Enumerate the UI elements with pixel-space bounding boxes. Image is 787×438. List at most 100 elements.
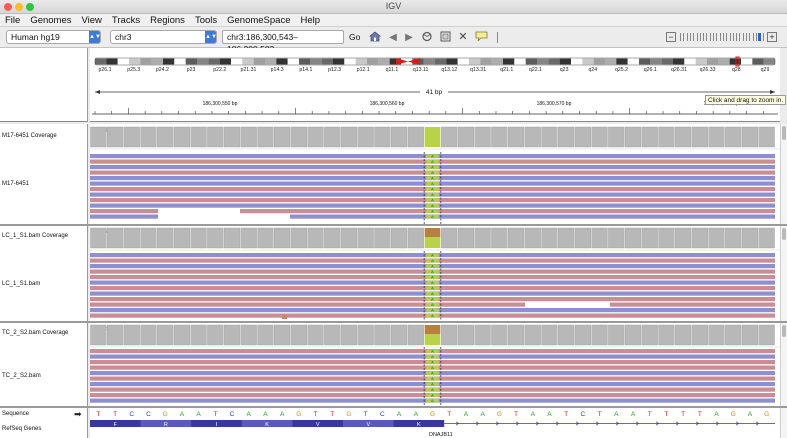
coverage-bar[interactable]: [223, 126, 241, 148]
zoom-tick[interactable]: [729, 33, 731, 41]
aligned-read[interactable]: [240, 209, 775, 214]
menu-regions[interactable]: Regions: [145, 14, 190, 26]
menu-view[interactable]: View: [77, 14, 107, 26]
scrollbar-thumb[interactable]: [782, 126, 786, 140]
genome-dropdown[interactable]: Human hg19 ▲▼: [6, 30, 101, 44]
sequence-base[interactable]: A: [180, 411, 185, 418]
ideogram-band[interactable]: [741, 58, 753, 65]
coverage-bar[interactable]: [257, 227, 274, 249]
coverage-bar[interactable]: [407, 324, 424, 346]
coverage-bar[interactable]: [524, 126, 541, 148]
sequence-base[interactable]: A: [247, 411, 252, 418]
sequence-base[interactable]: T: [113, 411, 117, 418]
coverage-bar[interactable]: [574, 324, 591, 346]
zoom-tick[interactable]: [739, 33, 741, 41]
sequence-base[interactable]: T: [314, 411, 318, 418]
coverage-bar[interactable]: [240, 324, 257, 346]
zoom-tick[interactable]: [726, 33, 728, 41]
track-panel-1[interactable]: [0 - 67]AAAAAAAAAAAA: [90, 124, 780, 224]
ideogram-band[interactable]: [95, 58, 107, 65]
sequence-base[interactable]: G: [731, 411, 736, 418]
ideogram-band[interactable]: [605, 58, 617, 65]
coverage-bar[interactable]: [658, 126, 675, 148]
coverage-bar[interactable]: [240, 227, 257, 249]
coverage-bar[interactable]: [391, 126, 408, 148]
coverage-bar[interactable]: [591, 324, 608, 346]
aligned-read[interactable]: [90, 209, 158, 214]
ideogram-band[interactable]: [423, 58, 435, 65]
coverage-bar[interactable]: [407, 227, 424, 249]
ideogram-band[interactable]: [469, 58, 481, 65]
sequence-base[interactable]: A: [480, 411, 485, 418]
coverage-bar[interactable]: [90, 227, 107, 249]
sequence-base[interactable]: T: [514, 411, 518, 418]
ideogram-band[interactable]: [378, 58, 390, 65]
zoom-tick[interactable]: [699, 33, 701, 41]
coverage-bar[interactable]: [123, 126, 140, 148]
coverage-bar[interactable]: [758, 324, 775, 346]
feature-panel-scrollbar[interactable]: [780, 408, 787, 438]
sequence-base[interactable]: A: [263, 411, 268, 418]
ideogram-band[interactable]: [151, 58, 163, 65]
coverage-bar[interactable]: [574, 126, 591, 148]
coverage-bar[interactable]: [324, 227, 341, 249]
ideogram-band[interactable]: [707, 58, 719, 65]
coverage-bar[interactable]: [558, 126, 575, 148]
sequence-base[interactable]: T: [648, 411, 652, 418]
coverage-bar[interactable]: [474, 126, 491, 148]
scrollbar-thumb[interactable]: [782, 228, 786, 240]
ideogram-band[interactable]: [639, 58, 651, 65]
feature-panel[interactable]: TTCCGAATCAAAGTTGTCAAGTAAGTAATCTAATTTTAGA…: [90, 408, 780, 438]
ideogram-band[interactable]: [367, 58, 379, 65]
chromosome-ideogram[interactable]: p26.1 p25.3 p24.2 p23 p22.2 p21.31 p14.3 p14.1 p…: [90, 48, 780, 122]
ideogram-band[interactable]: [616, 58, 628, 65]
ideogram-band[interactable]: [718, 58, 730, 65]
ideogram-band[interactable]: [525, 58, 537, 65]
zoom-out-button[interactable]: −: [666, 32, 676, 42]
coverage-bar[interactable]: [541, 227, 558, 249]
ideogram-band[interactable]: [548, 58, 560, 65]
ideogram-band[interactable]: [140, 58, 152, 65]
coverage-bar[interactable]: [173, 324, 190, 346]
coverage-bar[interactable]: [290, 126, 307, 148]
coverage-bar[interactable]: [307, 324, 324, 346]
ideogram-band[interactable]: [117, 58, 129, 65]
sequence-base[interactable]: T: [664, 411, 668, 418]
go-button[interactable]: Go: [349, 31, 360, 44]
coverage-bar[interactable]: [407, 126, 424, 148]
coverage-bar[interactable]: [624, 324, 642, 346]
coverage-bar[interactable]: [758, 227, 775, 249]
coverage-bar[interactable]: [107, 126, 124, 148]
ideogram-band[interactable]: [333, 58, 345, 65]
coverage-bar[interactable]: [223, 227, 241, 249]
coverage-bar[interactable]: [457, 126, 474, 148]
ideogram-band[interactable]: [185, 58, 197, 65]
coverage-bar[interactable]: [107, 324, 124, 346]
coverage-bar[interactable]: [357, 324, 374, 346]
forward-icon[interactable]: ▶: [402, 31, 416, 44]
ideogram-band[interactable]: [355, 58, 367, 65]
coverage-bar[interactable]: [107, 227, 124, 249]
zoom-tick[interactable]: [709, 33, 711, 41]
panel-1-scrollbar[interactable]: [780, 124, 787, 224]
zoom-slider[interactable]: [680, 32, 766, 42]
coverage-bar[interactable]: [324, 126, 341, 148]
zoom-tick[interactable]: [686, 33, 688, 41]
sequence-base[interactable]: A: [748, 411, 753, 418]
coverage-bar[interactable]: [190, 324, 207, 346]
ideogram-band[interactable]: [514, 58, 526, 65]
aligned-read[interactable]: [290, 214, 775, 219]
coverage-bar[interactable]: [708, 227, 725, 249]
coverage-bar[interactable]: [608, 126, 625, 148]
zoom-tick[interactable]: [689, 33, 691, 41]
ideogram-band[interactable]: [231, 58, 243, 65]
sequence-base[interactable]: T: [564, 411, 568, 418]
coverage-bar[interactable]: [507, 324, 525, 346]
sequence-base[interactable]: T: [447, 411, 451, 418]
coverage-bar[interactable]: [424, 325, 441, 334]
coverage-bar[interactable]: [157, 126, 174, 148]
zoom-tick[interactable]: [696, 33, 698, 41]
sequence-base[interactable]: G: [346, 411, 351, 418]
ideogram-band[interactable]: [208, 58, 220, 65]
sequence-base[interactable]: A: [714, 411, 719, 418]
